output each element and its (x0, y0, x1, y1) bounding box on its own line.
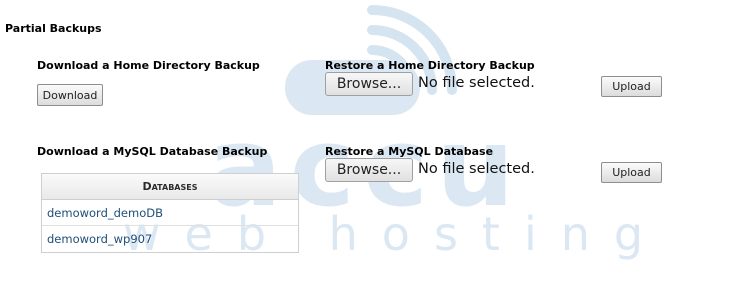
database-link-demoword-demodb[interactable]: demoword_demoDB (42, 200, 298, 226)
mysql-file-status: No file selected. (418, 161, 535, 177)
home-restore-heading: Restore a Home Directory Backup (325, 59, 535, 72)
section-title: Partial Backups (5, 22, 102, 35)
home-download-heading: Download a Home Directory Backup (37, 59, 260, 72)
database-link-demoword-wp907[interactable]: demoword_wp907 (42, 226, 298, 252)
home-browse-button[interactable]: Browse... (325, 72, 413, 96)
mysql-browse-button[interactable]: Browse... (325, 158, 413, 182)
mysql-download-heading: Download a MySQL Database Backup (37, 145, 268, 158)
mysql-upload-button[interactable]: Upload (601, 162, 662, 183)
home-upload-button[interactable]: Upload (601, 76, 662, 97)
mysql-restore-heading: Restore a MySQL Database (325, 145, 494, 158)
databases-table-header: Databases (42, 174, 298, 200)
home-file-status: No file selected. (418, 75, 535, 91)
databases-table: Databases demoword_demoDB demoword_wp907 (41, 173, 299, 253)
home-download-button[interactable]: Download (37, 84, 103, 106)
